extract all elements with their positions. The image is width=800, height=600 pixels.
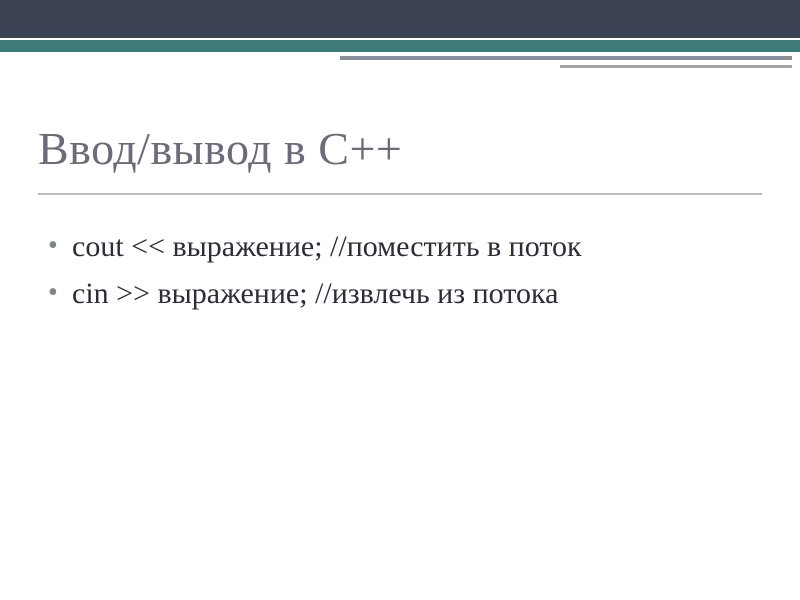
header-dark-bar: [0, 0, 800, 38]
decorative-line-2: [560, 65, 792, 68]
bullet-item: cout << выражение; //поместить в поток: [48, 227, 762, 268]
slide-title: Ввод/вывод в C++: [38, 122, 762, 175]
decorative-line-1: [340, 56, 792, 60]
bullet-item: cin >> выражение; //извлечь из потока: [48, 274, 762, 315]
header-teal-bar: [0, 38, 800, 52]
bullet-list: cout << выражение; //поместить в поток c…: [38, 227, 762, 314]
title-underline: [38, 193, 762, 195]
slide-content: Ввод/вывод в C++ cout << выражение; //по…: [0, 52, 800, 314]
